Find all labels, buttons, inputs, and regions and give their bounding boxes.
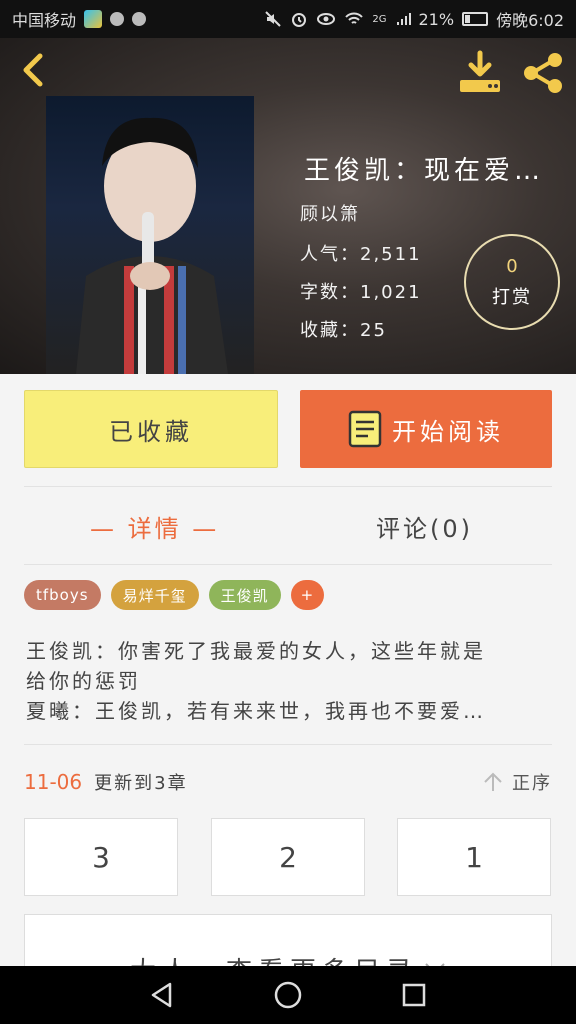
synopsis-line: 给你的惩罚 — [26, 669, 141, 693]
sort-label: 正序 — [512, 773, 552, 794]
sort-toggle[interactable]: 正序 — [482, 769, 552, 795]
back-triangle-icon[interactable] — [148, 981, 176, 1009]
alarm-icon — [292, 13, 307, 27]
notification-icon — [110, 12, 125, 26]
arrow-up-icon — [484, 772, 502, 791]
carrier-label: 中国移动 — [12, 11, 77, 30]
book-title: 王俊凯：现在爱… — [304, 156, 545, 186]
chapter-button[interactable]: 1 — [397, 818, 551, 896]
tag-list: tfboys 易烊千玺 王俊凯 + — [24, 580, 325, 610]
chapter-button[interactable]: 3 — [24, 818, 178, 896]
book-author: 顾以箫 — [300, 204, 360, 225]
add-tag-button[interactable]: + — [290, 580, 325, 610]
book-header: 王俊凯：现在爱… 顾以箫 人气：2,511 字数：1,021 收藏：25 0 打… — [0, 38, 576, 374]
book-synopsis[interactable]: 王俊凯：你害死了我最爱的女人，这些年就是 给你的惩罚 夏曦：王俊凯，若有来来世，… — [26, 636, 552, 726]
status-bar: 中国移动 2G 21% 傍晚6:02 — [0, 0, 576, 38]
start-reading-label: 开始阅读 — [392, 417, 504, 446]
mute-icon — [265, 11, 282, 27]
synopsis-line: 夏曦：王俊凯，若有来来世，我再也不要爱… — [26, 699, 486, 723]
share-icon[interactable] — [520, 50, 566, 96]
clock: 傍晚6:02 — [496, 11, 564, 30]
battery-icon — [462, 12, 489, 26]
notification-icon — [132, 12, 147, 26]
update-text: 更新到3章 — [94, 773, 188, 794]
signal-icon — [396, 13, 411, 25]
divider — [24, 744, 552, 745]
tag-chip[interactable]: 易烊千玺 — [110, 580, 199, 610]
divider — [24, 564, 552, 565]
play-store-icon — [84, 10, 103, 28]
system-nav-bar — [0, 966, 576, 1024]
favorited-label: 已收藏 — [109, 417, 193, 446]
wifi-icon — [345, 12, 364, 24]
divider — [24, 486, 552, 487]
update-row: 11-06 更新到3章 正序 — [24, 766, 552, 798]
tag-chip[interactable]: tfboys — [24, 580, 101, 610]
book-cover-image — [46, 96, 254, 374]
update-date: 11-06 — [24, 770, 83, 794]
battery-percent: 21% — [418, 9, 455, 29]
eye-icon — [317, 13, 336, 25]
tab-detail[interactable]: — 详情 — — [90, 500, 219, 552]
detail-tabs: — 详情 — 评论(0) — [0, 500, 576, 552]
chapter-button[interactable]: 2 — [211, 818, 365, 896]
start-reading-button[interactable]: 开始阅读 — [300, 390, 552, 468]
book-word-count: 字数：1,021 — [300, 282, 422, 303]
tip-button[interactable]: 0 打赏 — [464, 234, 560, 330]
tip-label: 打赏 — [492, 286, 532, 308]
download-icon[interactable] — [458, 50, 502, 94]
book-icon — [348, 410, 382, 448]
tab-comments[interactable]: 评论(0) — [376, 500, 473, 552]
recents-square-icon[interactable] — [400, 981, 428, 1009]
home-circle-icon[interactable] — [273, 980, 303, 1010]
tip-count: 0 — [506, 255, 518, 277]
tag-chip[interactable]: 王俊凯 — [208, 580, 281, 610]
synopsis-line: 王俊凯：你害死了我最爱的女人，这些年就是 — [26, 639, 486, 663]
favorited-button[interactable]: 已收藏 — [24, 390, 278, 468]
chevron-left-icon[interactable] — [16, 52, 50, 88]
network-type: 2G — [372, 13, 387, 25]
book-favorites: 收藏：25 — [300, 320, 387, 341]
book-popularity: 人气：2,511 — [300, 244, 422, 265]
